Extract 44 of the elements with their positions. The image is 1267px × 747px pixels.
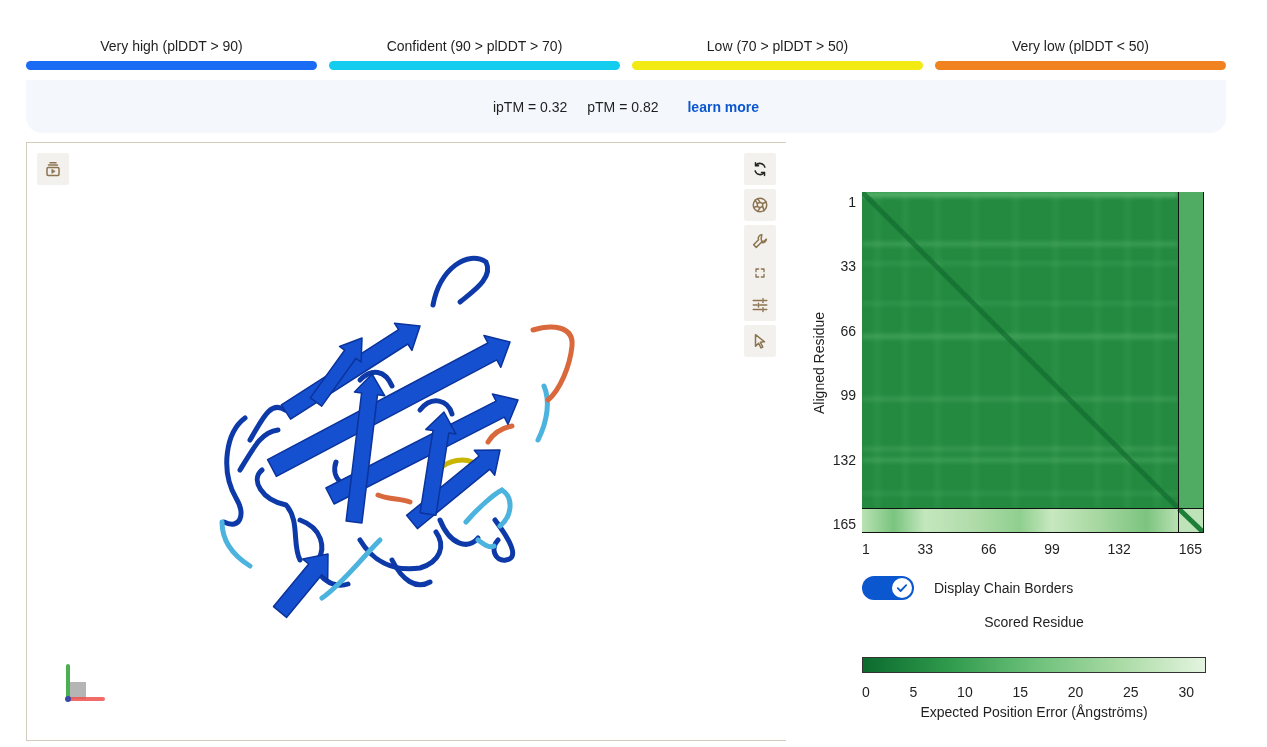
score-text: ipTM = 0.32 <box>492 98 568 115</box>
wrench-icon <box>751 232 769 250</box>
scale-tick-label: 20 <box>1067 684 1084 700</box>
sliders-icon <box>751 296 769 314</box>
rotate-icon <box>751 160 769 178</box>
legend-label: Very low (plDDT < 50) <box>1011 37 1150 55</box>
axis-tick-label: 165 <box>832 515 856 532</box>
axis-tick-label: 66 <box>840 322 856 339</box>
pointer-button[interactable] <box>744 325 776 357</box>
fullscreen-icon <box>752 265 768 281</box>
scale-tick-label: 25 <box>1123 684 1139 700</box>
axis-tick-label: 1 <box>848 194 856 210</box>
legend-label: Very high (plDDT > 90) <box>100 37 243 55</box>
legend-label: Confident (90 > plDDT > 70) <box>386 37 563 55</box>
scale-tick-label: 5 <box>909 684 918 700</box>
scale-label: Expected Position Error (Ångströms) <box>920 704 1148 720</box>
axes-icon <box>62 663 105 703</box>
play-button[interactable] <box>37 153 69 185</box>
scale-tick-label: 0 <box>862 684 870 700</box>
chain-borders-toggle[interactable] <box>862 576 914 600</box>
scale-tick-label: 30 <box>1178 684 1194 700</box>
aperture-button[interactable] <box>744 189 776 221</box>
axis-tick-label: 66 <box>980 541 997 557</box>
aperture-icon <box>751 196 769 214</box>
axis-label: Scored Residue <box>984 614 1084 630</box>
score-text: pTM = 0.82 <box>587 98 659 115</box>
axis-tick-label: 99 <box>840 387 856 404</box>
scale-tick-label: 10 <box>957 684 973 700</box>
toggle-label: Display Chain Borders <box>934 579 1074 597</box>
axis-tick-label: 1 <box>862 541 870 557</box>
learn-more-link[interactable]: learn more <box>687 98 760 115</box>
axis-label: Aligned Residue <box>810 311 828 414</box>
axis-tick-label: 132 <box>832 451 856 468</box>
axis-tick-label: 132 <box>1107 541 1131 557</box>
axis-tick-label: 99 <box>1044 541 1060 557</box>
structure-viewer[interactable] <box>26 142 786 741</box>
axis-tick-label: 165 <box>1178 541 1202 557</box>
axis-tick-label: 33 <box>917 541 934 557</box>
stacked-play-icon <box>44 160 62 178</box>
legend-label: Low (70 > plDDT > 50) <box>706 37 849 55</box>
rotate-button[interactable] <box>744 153 776 185</box>
check-icon <box>892 578 912 598</box>
scale-tick-label: 15 <box>1012 684 1028 700</box>
axis-tick-label: 33 <box>840 258 856 275</box>
